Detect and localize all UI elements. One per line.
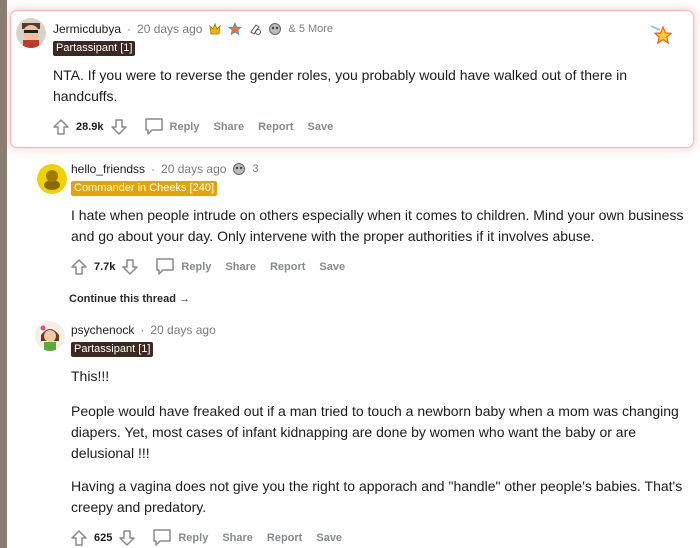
separator: ·	[151, 162, 156, 176]
share-button[interactable]: Share	[225, 261, 256, 273]
report-button[interactable]: Report	[267, 532, 302, 544]
upvote-icon[interactable]	[68, 527, 90, 548]
award-icon[interactable]	[232, 162, 246, 176]
save-button[interactable]: Save	[316, 532, 342, 544]
reply-button[interactable]: Reply	[144, 117, 200, 138]
avatar[interactable]	[37, 164, 67, 194]
user-flair: Commander in Cheeks [240]	[71, 181, 218, 196]
comment-meta: hello_friendss · 20 days ago 3	[71, 162, 259, 176]
separator: ·	[127, 22, 132, 36]
downvote-icon[interactable]	[108, 116, 130, 138]
vote-count: 28.9k	[76, 121, 104, 133]
report-button[interactable]: Report	[270, 261, 305, 273]
comment-actions: 625 Reply Share Report Save	[68, 527, 342, 548]
downvote-icon[interactable]	[116, 527, 138, 548]
more-awards[interactable]: & 5 More	[288, 23, 333, 35]
timestamp[interactable]: 20 days ago	[150, 323, 215, 337]
comment-body: NTA. If you were to reverse the gender r…	[53, 65, 673, 119]
award-icon[interactable]	[248, 22, 262, 36]
avatar[interactable]	[16, 18, 46, 48]
continue-thread-link[interactable]: Continue this thread →	[69, 293, 190, 305]
award-icon[interactable]	[228, 22, 243, 36]
user-flair: Partassipant [1]	[53, 41, 136, 56]
award-count: 3	[252, 163, 259, 175]
timestamp[interactable]: 20 days ago	[137, 22, 202, 36]
save-button[interactable]: Save	[308, 121, 334, 133]
thread-line	[0, 0, 7, 548]
user-flair: Partassipant [1]	[71, 342, 154, 357]
downvote-icon[interactable]	[119, 256, 141, 278]
username[interactable]: Jermicdubya	[53, 22, 121, 36]
comment-paragraph: I hate when people intrude on others esp…	[71, 207, 684, 244]
reply-button[interactable]: Reply	[152, 528, 208, 548]
share-button[interactable]: Share	[214, 121, 245, 133]
arrow-right-icon: →	[179, 293, 191, 305]
upvote-icon[interactable]	[50, 116, 72, 138]
comment-actions: 28.9k Reply Share Report Save	[50, 116, 333, 138]
comment-bubble-icon	[152, 528, 172, 548]
comment-actions: 7.7k Reply Share Report Save	[68, 256, 345, 278]
award-icon[interactable]	[650, 24, 673, 46]
comment-paragraph: NTA. If you were to reverse the gender r…	[53, 67, 628, 104]
award-icon[interactable]	[268, 22, 282, 36]
comment-bubble-icon	[144, 117, 164, 138]
comment-paragraph: People would have freaked out if a man t…	[71, 403, 679, 461]
share-button[interactable]: Share	[222, 532, 253, 544]
reply-button[interactable]: Reply	[155, 257, 211, 278]
comment-body: I hate when people intrude on others esp…	[71, 205, 691, 259]
comment-bubble-icon	[155, 257, 175, 278]
save-button[interactable]: Save	[319, 261, 345, 273]
username[interactable]: psychenock	[71, 323, 134, 337]
separator: ·	[140, 323, 145, 337]
comment-body: This!!! People would have freaked out if…	[71, 366, 699, 530]
report-button[interactable]: Report	[258, 121, 293, 133]
upvote-icon[interactable]	[68, 256, 90, 278]
vote-count: 625	[94, 532, 113, 544]
username[interactable]: hello_friendss	[71, 162, 145, 176]
avatar[interactable]	[35, 321, 65, 351]
comment-meta: Jermicdubya · 20 days ago & 5 More	[53, 22, 333, 36]
timestamp[interactable]: 20 days ago	[161, 162, 226, 176]
comment-paragraph: This!!!	[71, 368, 110, 384]
vote-count: 7.7k	[94, 261, 116, 273]
comment-meta: psychenock · 20 days ago	[71, 323, 216, 337]
award-icon[interactable]	[208, 22, 222, 36]
comment-paragraph: Having a vagina does not give you the ri…	[71, 478, 683, 515]
